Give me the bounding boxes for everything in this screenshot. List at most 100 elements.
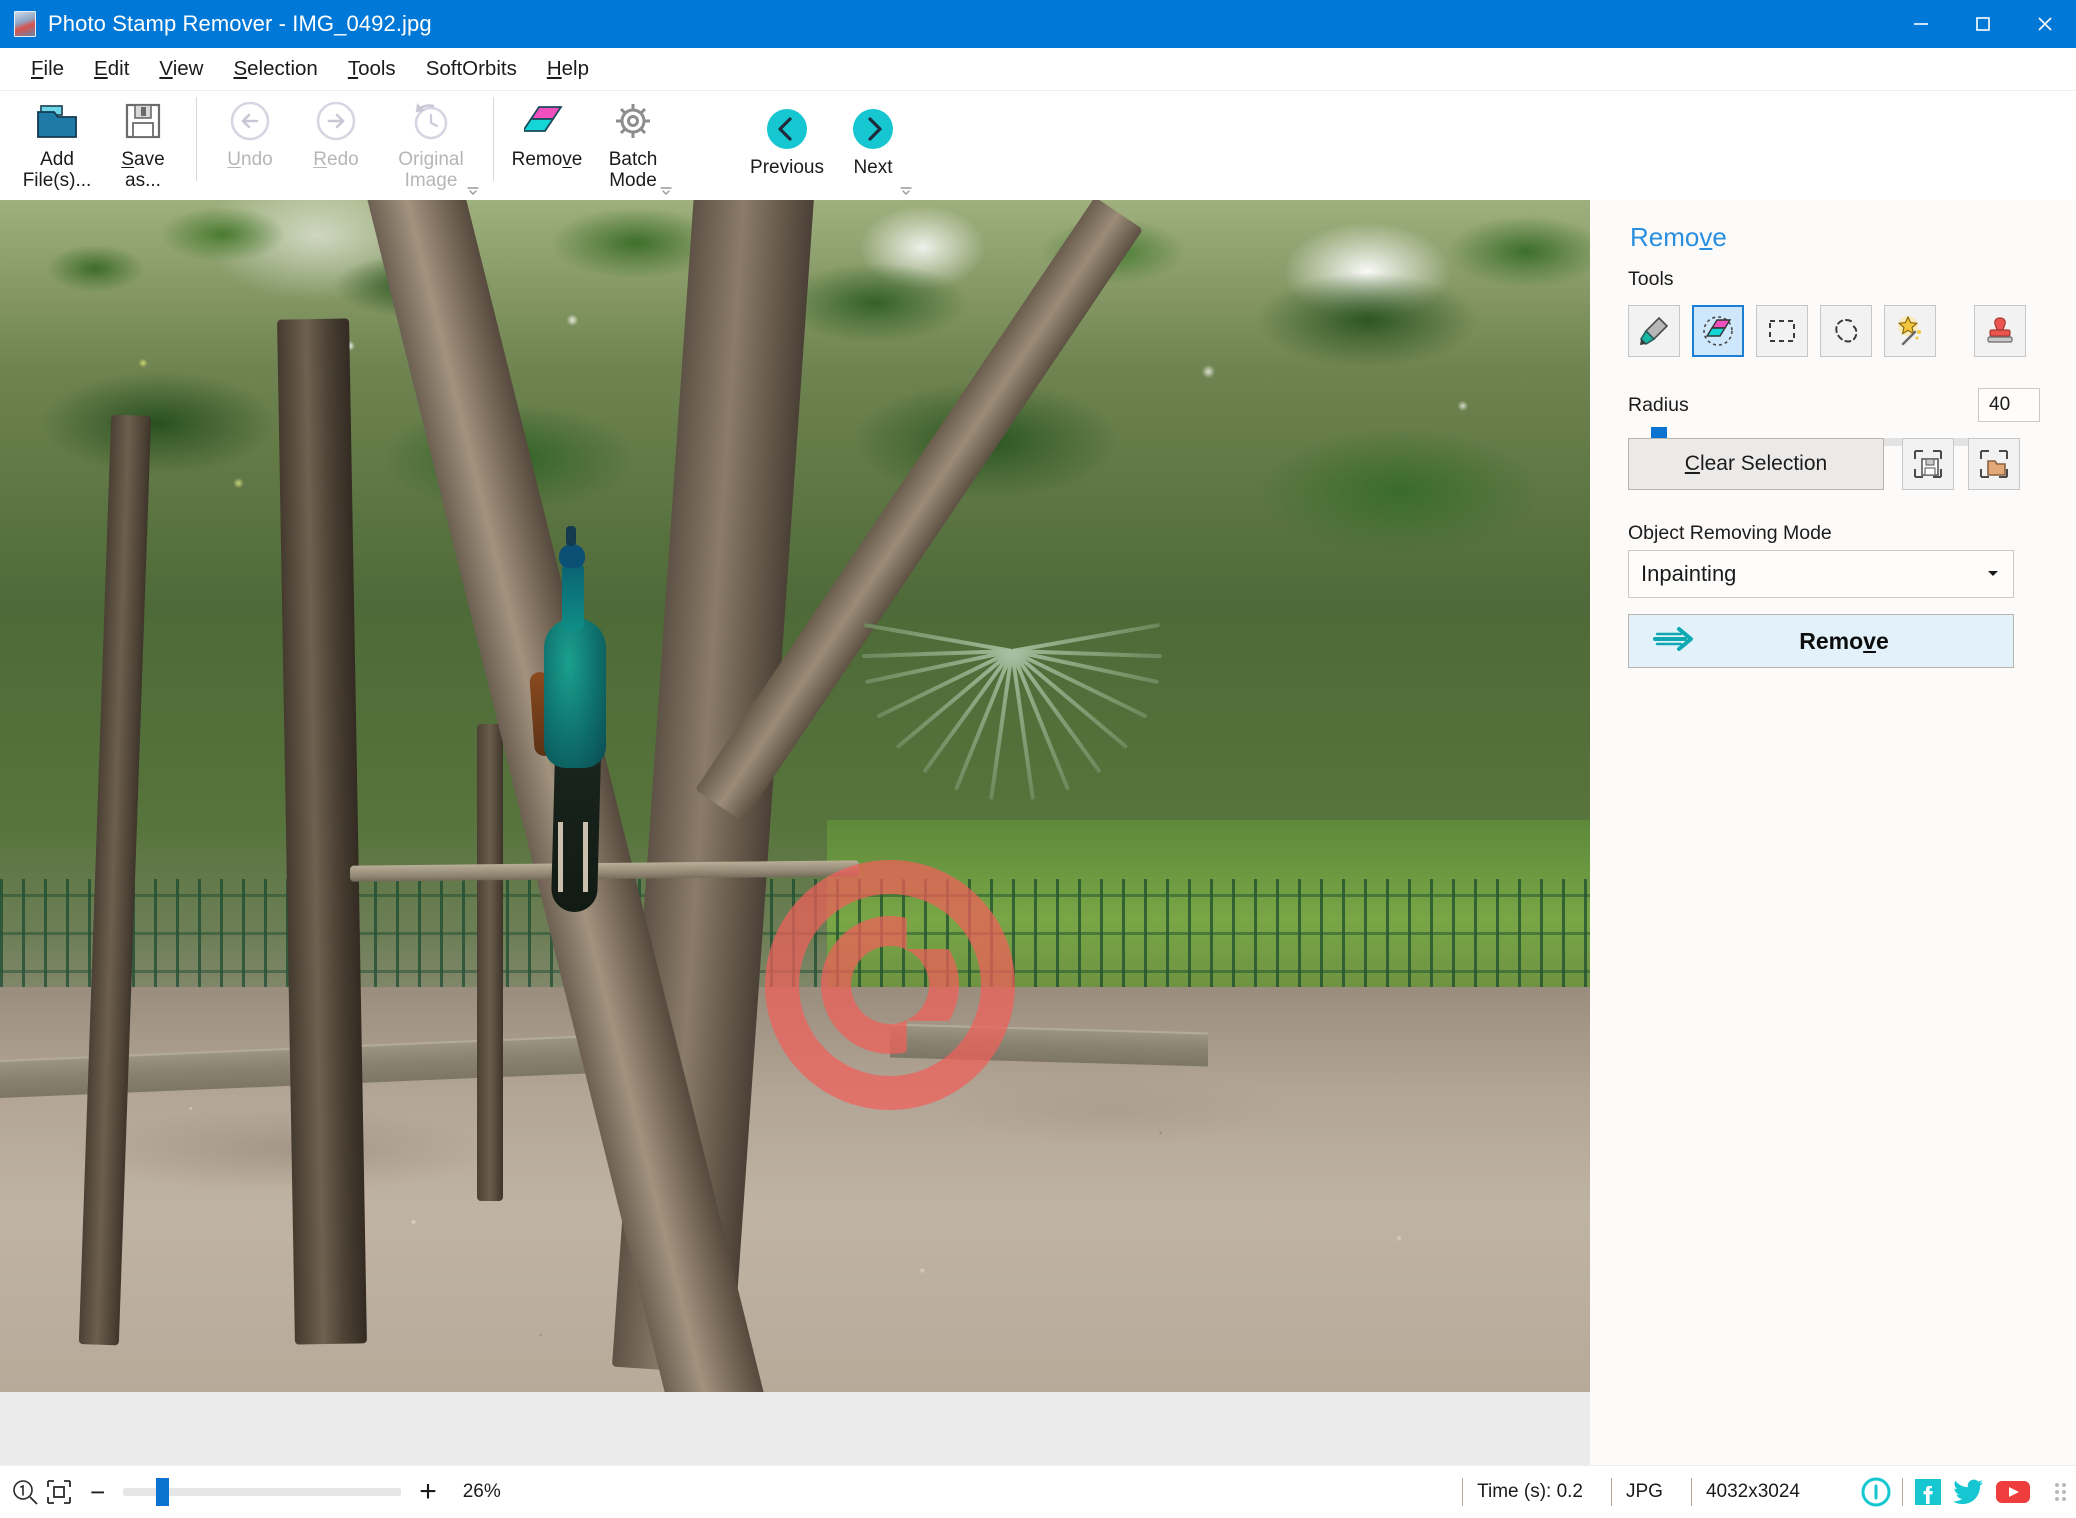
menu-selection[interactable]: Selection — [218, 53, 332, 85]
save-as-accel: S — [121, 149, 135, 170]
file-format-label: JPG — [1626, 1481, 1663, 1502]
panel-title-post: e — [1712, 222, 1727, 252]
save-selection-button[interactable] — [1902, 438, 1954, 490]
peacock-body — [543, 617, 606, 768]
radius-input[interactable]: 40 — [1978, 388, 2040, 422]
stamp-tool-button[interactable] — [1974, 305, 2026, 357]
next-button[interactable]: Next — [830, 91, 916, 195]
load-selection-button[interactable] — [1968, 438, 2020, 490]
tools-label: Tools — [1628, 268, 1674, 290]
menu-help-accel: H — [546, 57, 562, 80]
zoom-slider[interactable] — [123, 1478, 402, 1506]
zoom-slider-thumb[interactable] — [156, 1478, 170, 1506]
batch-mode-button[interactable]: Batch Mode — [590, 91, 676, 195]
chevron-down-icon — [1985, 561, 2001, 587]
redo-button[interactable]: Redo — [293, 91, 379, 195]
ribbon-toolbar: Add File(s)... Save as... Undo Redo Orig… — [0, 90, 2076, 200]
menu-edit-label: dit — [107, 57, 130, 80]
radius-label: Radius — [1628, 394, 1689, 416]
zoom-actual-size-icon[interactable] — [10, 1477, 40, 1507]
redo-label: Redo — [313, 149, 358, 170]
redo-accel: R — [313, 149, 328, 170]
eraser-tool-button[interactable] — [1692, 305, 1744, 357]
original-image-button[interactable]: Original Image — [379, 91, 483, 195]
menu-view-accel: V — [159, 57, 173, 80]
ribbon-group-navigation: Previous Next — [744, 91, 916, 201]
status-divider-1 — [1462, 1478, 1464, 1506]
remove-button-ribbon[interactable]: Remove — [504, 91, 590, 195]
rectangle-select-tool-button[interactable] — [1756, 305, 1808, 357]
menu-edit[interactable]: Edit — [79, 53, 144, 85]
menu-file-label: ile — [43, 57, 65, 80]
lasso-tool-button[interactable] — [1820, 305, 1872, 357]
remove-panel: Remove Tools Radius 40 C lear Selection … — [1590, 200, 2076, 1465]
app-icon — [14, 11, 36, 37]
menu-help[interactable]: Help — [532, 53, 604, 85]
menu-tools[interactable]: Tools — [333, 53, 411, 85]
social-links — [1860, 1476, 2076, 1508]
menu-view-label: iew — [172, 57, 204, 80]
copyright-watermark — [765, 860, 1015, 1110]
remove-action-label: Remove — [1703, 628, 1985, 655]
peacock-neck — [561, 559, 584, 632]
menu-file-accel: F — [31, 57, 44, 80]
minimize-button[interactable] — [1890, 0, 1952, 48]
marker-tool-button[interactable] — [1628, 305, 1680, 357]
undo-button[interactable]: Undo — [207, 91, 293, 195]
undo-text: ndo — [241, 149, 273, 170]
object-removing-mode-select[interactable]: Inpainting — [1628, 550, 2014, 598]
menu-view[interactable]: View — [144, 53, 218, 85]
previous-button[interactable]: Previous — [744, 91, 830, 195]
application-window: Photo Stamp Remover - IMG_0492.jpg File … — [0, 0, 2076, 1518]
image-dimensions-label: 4032x3024 — [1705, 1481, 1800, 1502]
maximize-button[interactable] — [1952, 0, 2014, 48]
tools-row — [1628, 305, 2026, 357]
photo-image[interactable] — [0, 200, 1590, 1392]
gear-icon — [610, 97, 656, 145]
window-controls — [1890, 0, 2076, 48]
add-files-label: Add File(s)... — [22, 149, 92, 192]
zoom-in-button[interactable]: + — [419, 1477, 437, 1507]
menu-softorbits[interactable]: SoftOrbits — [411, 53, 532, 85]
ribbon-group-remove: Remove Batch Mode — [504, 91, 676, 201]
twitter-icon[interactable] — [1953, 1477, 1985, 1507]
clear-selection-button[interactable]: Clear Selection — [1628, 438, 1884, 490]
undo-arrow-icon — [227, 97, 273, 145]
close-button[interactable] — [2014, 0, 2076, 48]
undo-accel: U — [227, 149, 242, 170]
clear-selection-label: lear Selection — [1699, 452, 1828, 475]
ribbon-separator-1 — [196, 97, 197, 181]
processing-time-label: Time (s): 0.2 — [1477, 1481, 1583, 1502]
clear-selection-accel: C — [1684, 452, 1700, 475]
remove-action-button[interactable]: Remove — [1628, 614, 2014, 668]
object-removing-mode-label: Object Removing Mode — [1628, 522, 1832, 544]
panel-title-accel: v — [1699, 222, 1713, 252]
floppy-disk-icon — [122, 97, 164, 145]
youtube-icon[interactable] — [1995, 1478, 2031, 1506]
remove-arrow-icon — [1651, 622, 1703, 661]
magic-wand-tool-button[interactable] — [1884, 305, 1936, 357]
peacock-legs — [557, 821, 588, 892]
resize-grip[interactable] — [2055, 1483, 2066, 1501]
image-canvas-area[interactable] — [0, 200, 1590, 1465]
next-label: Next — [853, 157, 893, 178]
remove-group-expander[interactable] — [658, 183, 674, 199]
facebook-icon[interactable] — [1913, 1477, 1943, 1507]
panel-title: Remove — [1630, 222, 1727, 253]
remove-action-accel: v — [1863, 627, 1876, 654]
peacock-crest — [565, 525, 576, 546]
menu-file[interactable]: File — [16, 53, 79, 85]
add-files-button[interactable]: Add File(s)... — [14, 91, 100, 195]
remove-action-pre: Remo — [1799, 627, 1864, 654]
history-group-expander[interactable] — [465, 183, 481, 199]
save-as-button[interactable]: Save as... — [100, 91, 186, 195]
status-divider-2 — [1611, 1478, 1612, 1506]
fit-to-window-icon[interactable] — [44, 1477, 74, 1507]
redo-arrow-icon — [313, 97, 359, 145]
ribbon-separator-2 — [493, 97, 494, 181]
menu-edit-accel: E — [94, 57, 108, 80]
navigation-group-expander[interactable] — [898, 183, 914, 199]
zoom-level-label: 26% — [462, 1481, 501, 1502]
zoom-out-button[interactable]: − — [90, 1479, 105, 1505]
info-icon[interactable] — [1860, 1476, 1892, 1508]
